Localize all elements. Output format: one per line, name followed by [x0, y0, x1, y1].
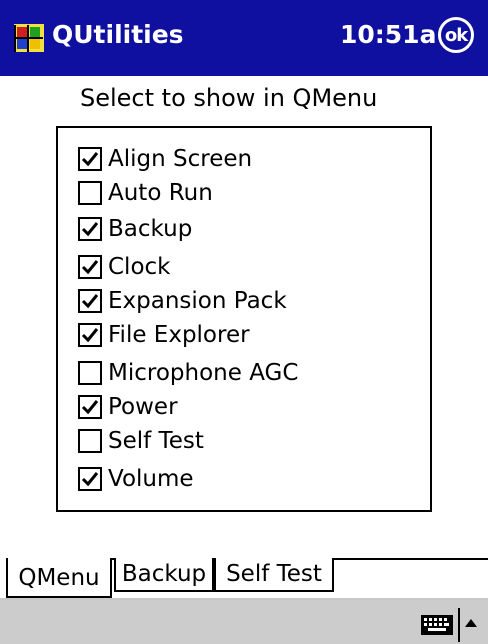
tab-strip: QMenu Backup Self Test — [0, 558, 488, 598]
checkmark-icon — [81, 400, 99, 415]
list-item-auto-run[interactable]: Auto Run — [78, 178, 213, 208]
list-item-microphone-agc[interactable]: Microphone AGC — [78, 358, 298, 388]
list-item-file-explorer[interactable]: File Explorer — [78, 320, 250, 350]
checkmark-icon — [81, 328, 99, 343]
list-item-volume[interactable]: Volume — [78, 464, 194, 494]
checkmark-icon — [81, 472, 99, 487]
list-item-align-screen[interactable]: Align Screen — [78, 144, 252, 174]
app-title: QUtilities — [52, 20, 184, 49]
item-label: Power — [108, 394, 178, 420]
clock[interactable]: 10:51a — [340, 20, 436, 49]
keyboard-icon[interactable] — [420, 614, 454, 636]
list-item-self-test[interactable]: Self Test — [78, 426, 204, 456]
list-item-power[interactable]: Power — [78, 392, 178, 422]
item-label: Align Screen — [108, 146, 253, 172]
list-item-clock[interactable]: Clock — [78, 252, 171, 282]
item-label: Microphone AGC — [108, 360, 299, 386]
checkbox[interactable] — [78, 323, 102, 347]
checkbox[interactable] — [78, 217, 102, 241]
tab-backup[interactable]: Backup — [114, 558, 214, 592]
item-label: Expansion Pack — [108, 288, 287, 314]
tab-self-test[interactable]: Self Test — [214, 558, 334, 592]
item-label: Auto Run — [108, 180, 213, 206]
windows-flag-start-icon[interactable] — [12, 21, 46, 55]
checkbox[interactable] — [78, 395, 102, 419]
checkbox[interactable] — [78, 181, 102, 205]
checkmark-icon — [81, 260, 99, 275]
ok-button[interactable]: ok — [438, 17, 474, 53]
sip-divider — [458, 608, 460, 642]
checkbox[interactable] — [78, 361, 102, 385]
checkbox[interactable] — [78, 255, 102, 279]
checkmark-icon — [81, 222, 99, 237]
checkmark-icon — [81, 152, 99, 167]
list-item-backup[interactable]: Backup — [78, 214, 192, 244]
item-label: Clock — [108, 254, 171, 280]
checkbox[interactable] — [78, 289, 102, 313]
instruction-label: Select to show in QMenu — [80, 84, 378, 112]
checkbox[interactable] — [78, 467, 102, 491]
item-label: Self Test — [108, 428, 204, 454]
item-label: File Explorer — [108, 322, 250, 348]
item-label: Backup — [108, 216, 193, 242]
tab-qmenu[interactable]: QMenu — [6, 558, 112, 598]
qmenu-options-list[interactable]: Align Screen Auto Run Backup Clock Expan… — [56, 126, 432, 512]
menu-bar — [0, 598, 488, 644]
checkbox[interactable] — [78, 147, 102, 171]
up-arrow-icon[interactable] — [464, 618, 478, 628]
title-bar: QUtilities 10:51a ok — [0, 0, 488, 76]
checkbox[interactable] — [78, 429, 102, 453]
checkmark-icon — [81, 294, 99, 309]
list-item-expansion-pack[interactable]: Expansion Pack — [78, 286, 287, 316]
item-label: Volume — [108, 466, 194, 492]
